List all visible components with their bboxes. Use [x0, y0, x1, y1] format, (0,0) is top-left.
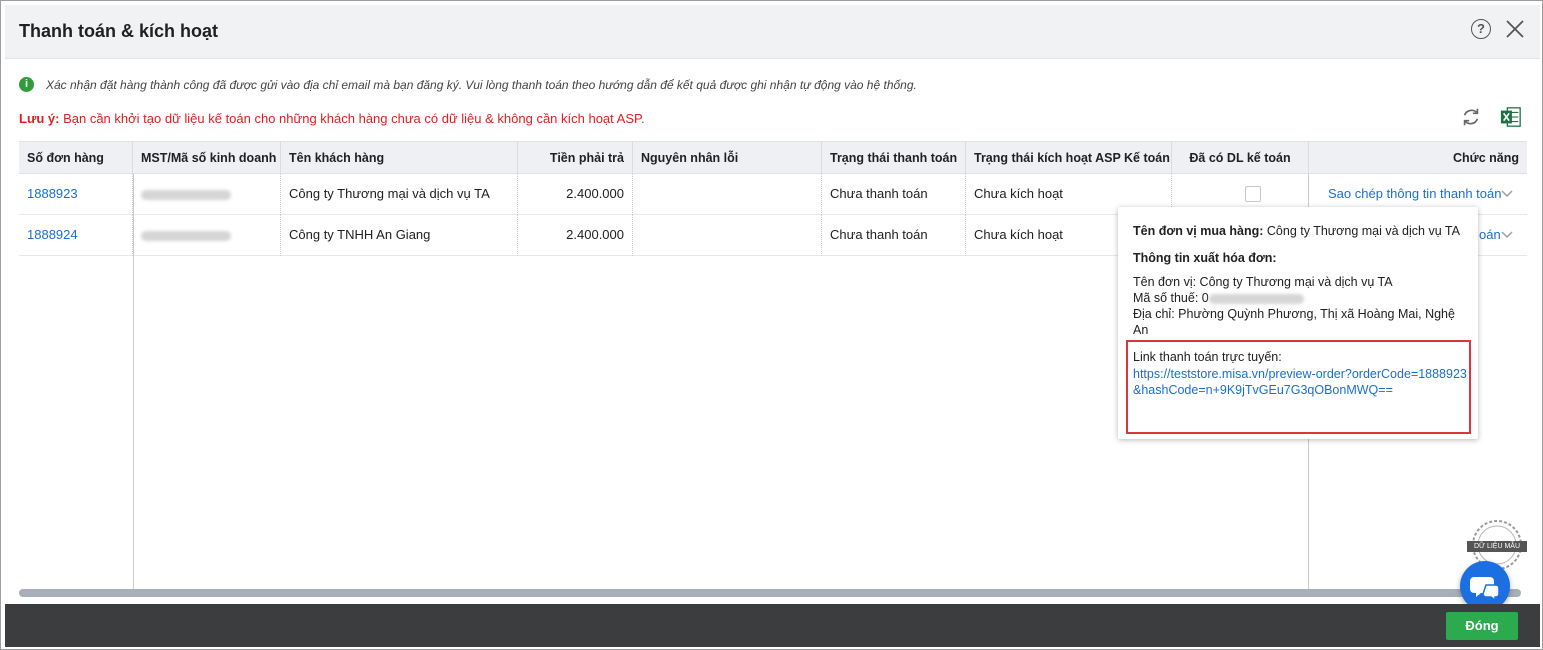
- note-message: Lưu ý: Bạn cần khởi tạo dữ liệu kế toán …: [19, 111, 645, 126]
- payment-activation-dialog: Thanh toán & kích hoạt ? i Xác nhận đặt …: [0, 0, 1543, 650]
- close-button[interactable]: Đóng: [1446, 612, 1518, 640]
- amount-cell: 2.400.000: [518, 174, 633, 215]
- invoice-address: Địa chỉ: Phường Quỳnh Phương, Thị xã Hoà…: [1133, 307, 1455, 337]
- col-payment-status[interactable]: Trạng thái thanh toán: [822, 142, 966, 175]
- table-row[interactable]: 1888924 Công ty TNHH An Giang 2.400.000 …: [19, 215, 1309, 256]
- copy-payment-info-link[interactable]: oán: [1479, 227, 1501, 242]
- redacted-tax-code: [141, 189, 231, 200]
- redacted-tax-code: [1208, 293, 1304, 304]
- col-activation-status[interactable]: Trạng thái kích hoạt ASP Kế toán: [966, 142, 1172, 175]
- copy-payment-info-link[interactable]: Sao chép thông tin thanh toán: [1328, 186, 1501, 201]
- redacted-tax-code: [141, 230, 231, 241]
- info-icon: i: [19, 77, 34, 92]
- table-row[interactable]: 1888923 Công ty Thương mại và dịch vụ TA…: [19, 174, 1309, 215]
- order-number-link[interactable]: 1888924: [19, 215, 133, 256]
- tax-code-cell: [133, 174, 281, 215]
- payment-status-cell: Chưa thanh toán: [822, 174, 966, 215]
- stamp-text: DỮ LIỆU MẪU: [1467, 541, 1527, 552]
- col-customer-name[interactable]: Tên khách hàng: [281, 142, 518, 175]
- col-order-number[interactable]: Số đơn hàng: [19, 142, 133, 175]
- help-icon[interactable]: ?: [1471, 19, 1491, 39]
- amount-cell: 2.400.000: [518, 215, 633, 256]
- payment-link-label: Link thanh toán trực tuyến:: [1133, 350, 1282, 364]
- tax-code-cell: [133, 215, 281, 256]
- col-tax-code[interactable]: MST/Mã số kinh doanh: [133, 142, 281, 175]
- dialog-footer: Đóng: [5, 604, 1540, 647]
- order-number-link[interactable]: 1888923: [19, 174, 133, 215]
- refresh-icon[interactable]: [1460, 106, 1482, 128]
- accounting-data-checkbox[interactable]: [1245, 186, 1261, 202]
- error-reason-cell: [633, 174, 822, 215]
- chevron-down-icon[interactable]: [1499, 226, 1515, 242]
- payment-info-popover: Tên đơn vị mua hàng: Công ty Thương mại …: [1118, 207, 1478, 439]
- buyer-label: Tên đơn vị mua hàng:: [1133, 224, 1264, 238]
- frozen-column-divider: [133, 174, 134, 589]
- horizontal-scrollbar[interactable]: [19, 589, 1521, 597]
- col-has-accounting-data[interactable]: Đã có DL kế toán: [1172, 142, 1309, 175]
- customer-name-cell: Công ty TNHH An Giang: [281, 215, 518, 256]
- col-amount-due[interactable]: Tiền phải trả: [518, 142, 633, 175]
- payment-status-cell: Chưa thanh toán: [822, 215, 966, 256]
- close-icon[interactable]: [1503, 17, 1527, 41]
- info-text: Xác nhận đặt hàng thành công đã được gửi…: [46, 77, 917, 92]
- chevron-down-icon[interactable]: [1499, 185, 1515, 201]
- buyer-line: Tên đơn vị mua hàng: Công ty Thương mại …: [1133, 223, 1460, 239]
- col-actions: Chức năng: [1453, 151, 1519, 165]
- dialog-title: Thanh toán & kích hoạt: [19, 21, 219, 41]
- buyer-value: Công ty Thương mại và dịch vụ TA: [1263, 224, 1460, 238]
- note-label: Lưu ý:: [19, 111, 60, 126]
- tax-label: Mã số thuế:: [1133, 291, 1202, 305]
- excel-export-icon[interactable]: [1500, 106, 1522, 128]
- tax-prefix: 0: [1201, 291, 1209, 305]
- table-header: Số đơn hàng MST/Mã số kinh doanh Tên khá…: [19, 141, 1527, 175]
- note-text: Bạn cần khởi tạo dữ liệu kế toán cho nhữ…: [59, 111, 645, 126]
- invoice-unit: Tên đơn vị: Công ty Thương mại và dịch v…: [1133, 275, 1393, 289]
- dialog-header: Thanh toán & kích hoạt ?: [5, 5, 1540, 59]
- invoice-tax-code: Mã số thuế: 0: [1133, 290, 1304, 306]
- info-message: i Xác nhận đặt hàng thành công đã được g…: [19, 77, 917, 92]
- error-reason-cell: [633, 215, 822, 256]
- payment-link[interactable]: https://teststore.misa.vn/preview-order?…: [1133, 366, 1468, 398]
- customer-name-cell: Công ty Thương mại và dịch vụ TA: [281, 174, 518, 215]
- col-error-reason[interactable]: Nguyên nhân lỗi: [633, 142, 822, 175]
- invoice-heading: Thông tin xuất hóa đơn:: [1133, 251, 1277, 265]
